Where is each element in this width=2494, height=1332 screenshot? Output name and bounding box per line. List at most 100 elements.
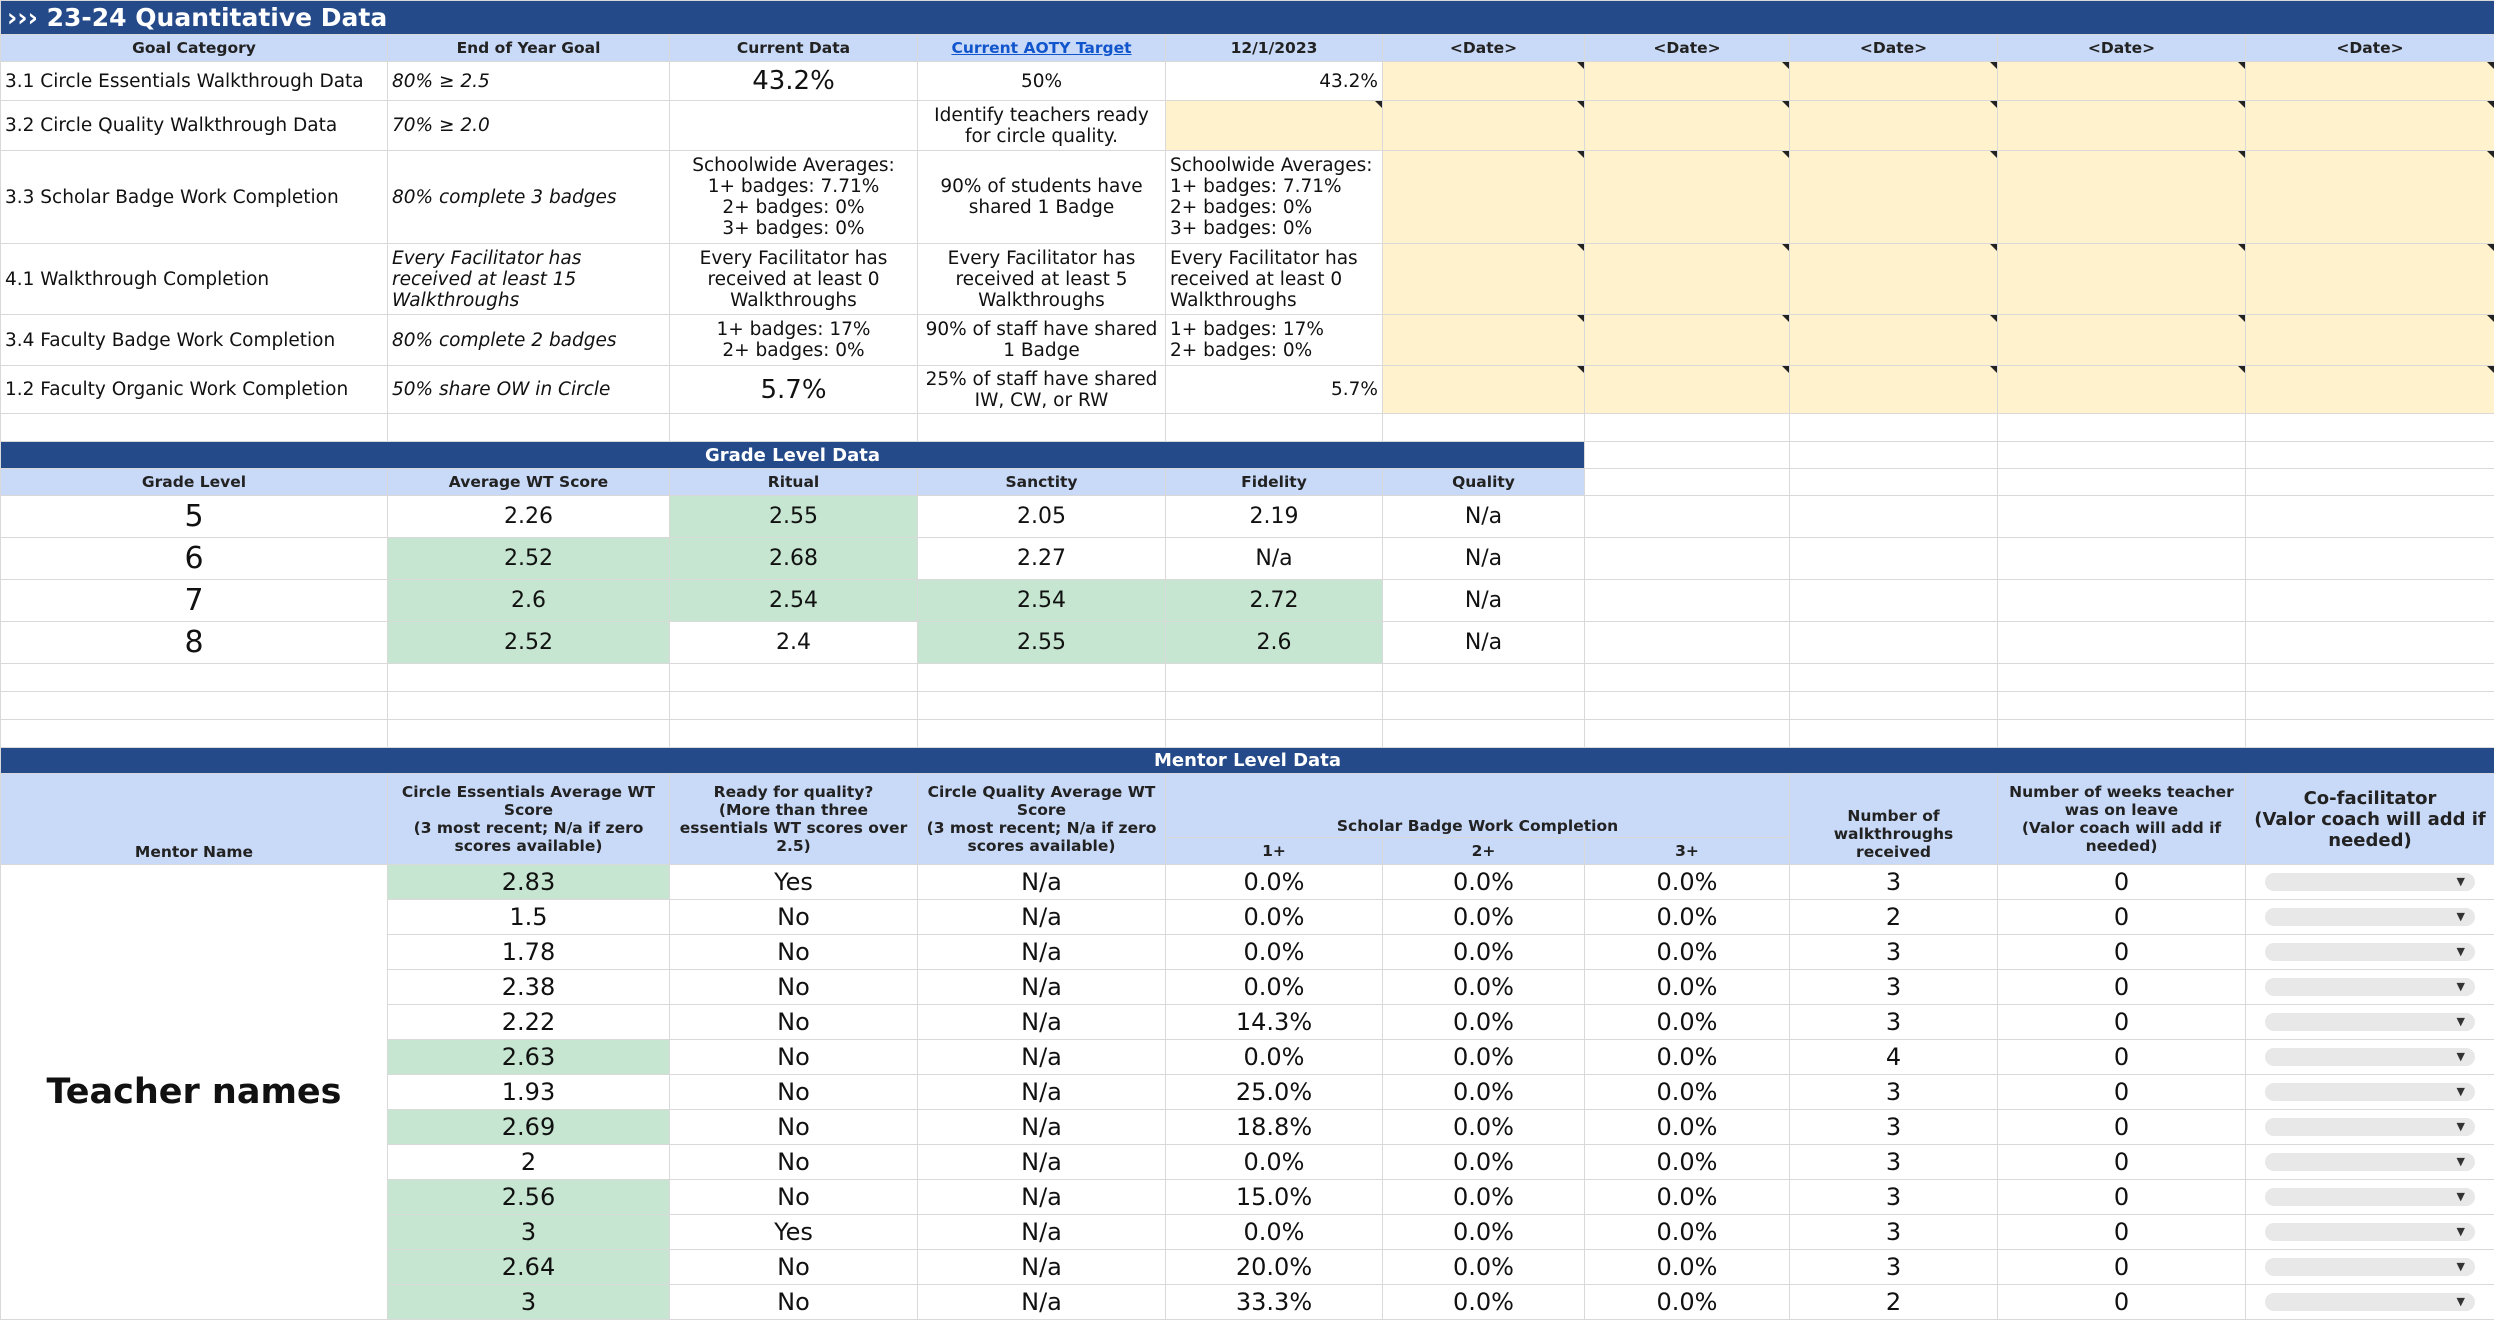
badge-2-plus-cell[interactable]: 0.0% [1382,1109,1585,1145]
date-input-cell[interactable] [1382,100,1585,151]
badge-3-plus-cell[interactable]: 0.0% [1584,1249,1790,1285]
empty-cell[interactable] [1584,663,1790,692]
badge-1-plus-cell[interactable]: 0.0% [1165,1214,1383,1250]
date-input-cell[interactable] [1997,243,2246,315]
ready-for-quality-cell[interactable]: No [669,1004,918,1040]
aoty-target-cell[interactable]: 25% of staff have shared IW, CW, or RW [917,365,1166,414]
circle-essentials-score-cell[interactable]: 2.63 [387,1039,670,1075]
co-facilitator-dropdown-cell[interactable]: ▼ [2245,1214,2494,1250]
circle-essentials-score-cell[interactable]: 2.69 [387,1109,670,1145]
chevron-down-icon[interactable]: ▼ [2457,1086,2465,1098]
circle-essentials-score-cell[interactable]: 2.38 [387,969,670,1005]
walkthroughs-count-cell[interactable]: 2 [1789,1284,1998,1320]
header-badge-2-plus[interactable]: 2+ [1382,837,1585,865]
date-input-cell[interactable] [1382,61,1585,101]
co-facilitator-dropdown-cell[interactable]: ▼ [2245,969,2494,1005]
chevron-down-icon[interactable]: ▼ [2457,1296,2465,1308]
badge-2-plus-cell[interactable]: 0.0% [1382,969,1585,1005]
header-quality[interactable]: Quality [1382,468,1585,496]
empty-cell[interactable] [387,719,670,748]
chevron-down-icon[interactable]: ▼ [2457,1156,2465,1168]
date-input-cell[interactable] [2245,243,2494,315]
empty-cell[interactable] [1789,495,1998,538]
date-input-cell[interactable] [1789,61,1998,101]
badge-2-plus-cell[interactable]: 0.0% [1382,899,1585,935]
co-facilitator-dropdown-cell[interactable]: ▼ [2245,1179,2494,1215]
ritual-cell[interactable]: 2.4 [669,621,918,664]
walkthroughs-count-cell[interactable]: 3 [1789,969,1998,1005]
aoty-target-cell[interactable]: 90% of staff have shared 1 Badge [917,314,1166,366]
ready-for-quality-cell[interactable]: No [669,1109,918,1145]
header-sanctity[interactable]: Sanctity [917,468,1166,496]
co-facilitator-dropdown[interactable]: ▼ [2265,1258,2475,1276]
date-input-cell[interactable] [1997,314,2246,366]
date-input-cell[interactable] [1584,61,1790,101]
walkthroughs-count-cell[interactable]: 3 [1789,1109,1998,1145]
empty-cell[interactable] [1789,413,1998,442]
badge-2-plus-cell[interactable]: 0.0% [1382,934,1585,970]
badge-3-plus-cell[interactable]: 0.0% [1584,1179,1790,1215]
walkthroughs-count-cell[interactable]: 3 [1789,1179,1998,1215]
empty-cell[interactable] [1789,621,1998,664]
empty-cell[interactable] [669,663,918,692]
date-input-cell[interactable] [2245,100,2494,151]
ready-for-quality-cell[interactable]: No [669,1144,918,1180]
badge-3-plus-cell[interactable]: 0.0% [1584,1074,1790,1110]
end-of-year-goal-cell[interactable]: 80% complete 2 badges [387,314,670,366]
empty-cell[interactable] [1165,719,1383,748]
ready-for-quality-cell[interactable]: No [669,899,918,935]
badge-1-plus-cell[interactable]: 0.0% [1165,864,1383,900]
circle-quality-score-cell[interactable]: N/a [917,1214,1166,1250]
empty-cell[interactable] [1382,413,1585,442]
circle-quality-score-cell[interactable]: N/a [917,1179,1166,1215]
chevron-down-icon[interactable]: ▼ [2457,876,2465,888]
end-of-year-goal-cell[interactable]: 50% share OW in Circle [387,365,670,414]
walkthroughs-count-cell[interactable]: 3 [1789,1214,1998,1250]
badge-1-plus-cell[interactable]: 20.0% [1165,1249,1383,1285]
co-facilitator-dropdown[interactable]: ▼ [2265,1118,2475,1136]
co-facilitator-dropdown[interactable]: ▼ [2265,873,2475,891]
ready-for-quality-cell[interactable]: No [669,1284,918,1320]
date-input-cell[interactable] [2245,150,2494,244]
ready-for-quality-cell[interactable]: No [669,1074,918,1110]
date-value-cell[interactable]: Every Facilitator has received at least … [1165,243,1383,315]
circle-essentials-score-cell[interactable]: 1.78 [387,934,670,970]
teacher-names-label[interactable]: Teacher names [0,864,388,1320]
date-input-cell[interactable] [1789,314,1998,366]
header-current-data[interactable]: Current Data [669,34,918,62]
aoty-target-cell[interactable]: 50% [917,61,1166,101]
empty-cell[interactable] [1997,691,2246,720]
date-input-cell[interactable] [1997,61,2246,101]
empty-cell[interactable] [2245,691,2494,720]
header-scholar-badge-completion[interactable]: Scholar Badge Work Completion [1165,773,1790,838]
badge-1-plus-cell[interactable]: 18.8% [1165,1109,1383,1145]
date-value-cell[interactable] [1165,100,1383,151]
goal-category-cell[interactable]: 3.2 Circle Quality Walkthrough Data [0,100,388,151]
circle-essentials-score-cell[interactable]: 2.64 [387,1249,670,1285]
badge-3-plus-cell[interactable]: 0.0% [1584,969,1790,1005]
empty-cell[interactable] [917,691,1166,720]
weeks-on-leave-cell[interactable]: 0 [1997,1144,2246,1180]
header-date-12-1-2023[interactable]: 12/1/2023 [1165,34,1383,62]
date-value-cell[interactable]: Schoolwide Averages: 1+ badges: 7.71% 2+… [1165,150,1383,244]
weeks-on-leave-cell[interactable]: 0 [1997,1284,2246,1320]
chevron-down-icon[interactable]: ▼ [2457,1191,2465,1203]
sanctity-cell[interactable]: 2.05 [917,495,1166,538]
date-input-cell[interactable] [2245,314,2494,366]
header-date-placeholder[interactable]: <Date> [1584,34,1790,62]
aoty-target-cell[interactable]: 90% of students have shared 1 Badge [917,150,1166,244]
chevron-down-icon[interactable]: ▼ [2457,1016,2465,1028]
weeks-on-leave-cell[interactable]: 0 [1997,899,2246,935]
badge-3-plus-cell[interactable]: 0.0% [1584,934,1790,970]
empty-cell[interactable] [1997,579,2246,622]
empty-cell[interactable] [2245,441,2494,469]
date-input-cell[interactable] [1789,150,1998,244]
co-facilitator-dropdown-cell[interactable]: ▼ [2245,934,2494,970]
circle-quality-score-cell[interactable]: N/a [917,1004,1166,1040]
empty-cell[interactable] [669,691,918,720]
end-of-year-goal-cell[interactable]: 70% ≥ 2.0 [387,100,670,151]
circle-essentials-score-cell[interactable]: 3 [387,1214,670,1250]
badge-3-plus-cell[interactable]: 0.0% [1584,1039,1790,1075]
empty-cell[interactable] [2245,537,2494,580]
header-weeks-on-leave[interactable]: Number of weeks teacher was on leave (Va… [1997,773,2246,865]
